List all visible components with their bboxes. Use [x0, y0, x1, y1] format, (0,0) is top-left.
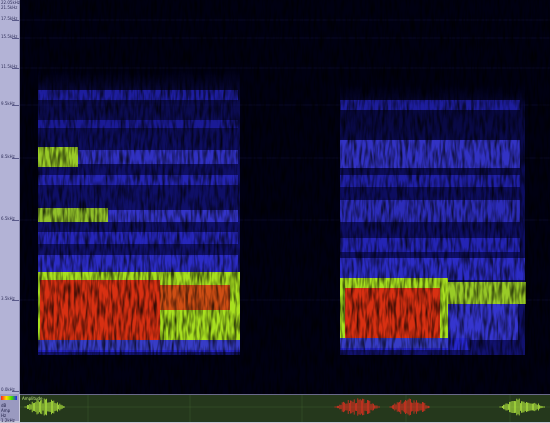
- color-scale-swatch: [1, 396, 17, 400]
- ruler-tick-label: 8.5kHz: [1, 154, 15, 159]
- spectrogram-graphic: [20, 0, 550, 394]
- ruler-tick-label: 15.5kHz: [1, 34, 18, 39]
- ruler-tick-label: 17.5kHz: [1, 16, 18, 21]
- color-legend-corner: dB Amp Hz 1.2kHz: [0, 394, 19, 423]
- ruler-tick-label: 6.5kHz: [1, 216, 15, 221]
- ruler-top-label: 21.5kHz: [1, 5, 18, 10]
- ruler-tick-label: 0.0kHz: [1, 387, 15, 392]
- ruler-tick-label: 11.5kHz: [1, 64, 18, 69]
- noise-overlay: [20, 0, 550, 394]
- spectrogram-window: 22.05kHz 21.5kHz 17.5kHz 15.5kHz 11.5kHz…: [0, 0, 550, 423]
- frequency-ruler: 22.05kHz 21.5kHz 17.5kHz 15.5kHz 11.5kHz…: [0, 0, 20, 394]
- amplitude-waveform: [20, 395, 550, 422]
- ruler-tick-label: 9.5kHz: [1, 101, 15, 106]
- spectrogram-canvas[interactable]: [20, 0, 550, 394]
- ruler-tick-label: 3.5kHz: [1, 296, 15, 301]
- amplitude-title: Amplitude: [22, 396, 43, 401]
- corner-label: Hz 1.2kHz: [1, 413, 15, 423]
- amplitude-panel[interactable]: Amplitude: [20, 394, 550, 422]
- time-grid: [87, 395, 511, 422]
